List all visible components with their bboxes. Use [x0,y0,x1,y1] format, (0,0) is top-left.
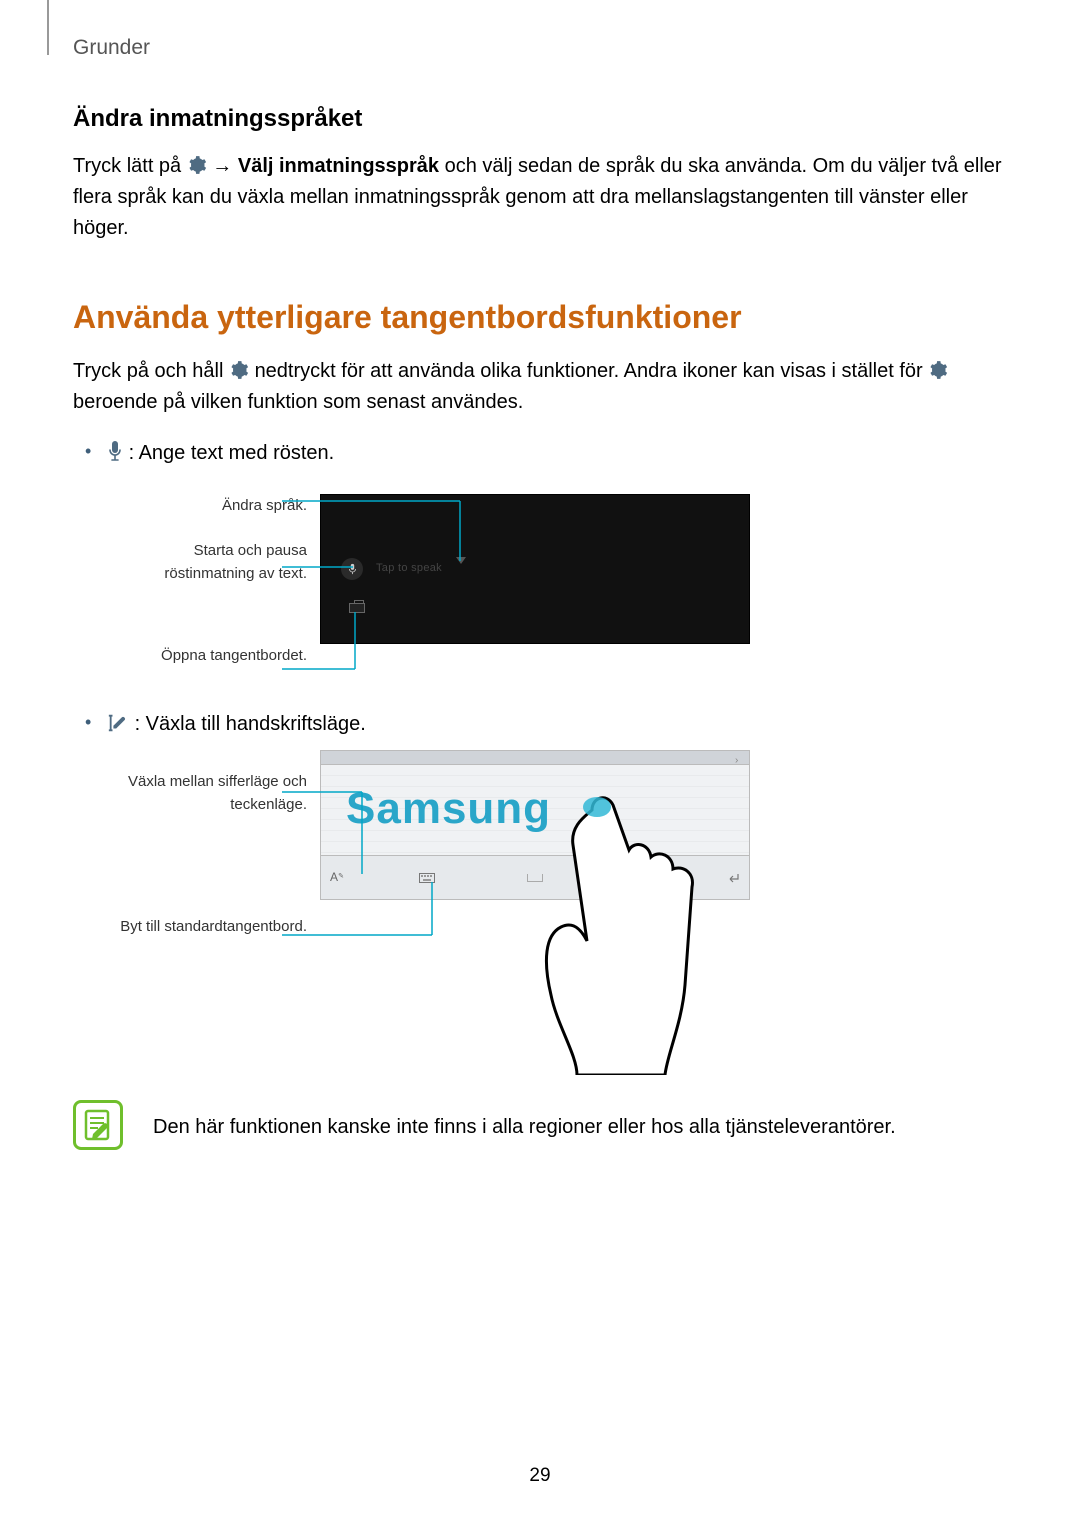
gear-icon [229,359,249,379]
text: Tryck lätt på [73,155,187,177]
microphone-icon [107,439,123,459]
figure-voice-input: Ändra språk. Starta och pausa röstinmatn… [107,479,1003,699]
subheading-change-input-language: Ändra inmatningsspråket [73,105,1003,133]
paragraph-change-input-language: Tryck lätt på → Välj inmatningsspråk och… [73,151,1003,244]
bullet-list: : Ange text med rösten. Ändra språk. Sta… [73,438,1003,1070]
callout-change-language: Ändra språk. [127,494,307,517]
switch-mode-icon: A✎ [327,868,347,888]
keyboard-switch-icon [417,868,437,888]
callout-open-keyboard: Öppna tangentbordet. [127,644,307,667]
language-dropdown-caret-icon [456,557,466,567]
bullet-text: : Ange text med rösten. [129,442,335,464]
page-number: 29 [0,1465,1080,1487]
chevron-right-icon: › [735,753,745,763]
note-block: Den här funktionen kanske inte finns i a… [73,1100,1003,1150]
callout-start-pause-voice: Starta och pausa röstinmatning av text. [127,539,307,586]
open-keyboard-icon [349,603,365,613]
voice-input-screenshot: Tap to speak [320,494,750,644]
bold-label: Välj inmatningsspråk [238,155,439,177]
text: beroende på vilken funktion som senast a… [73,391,523,413]
page-content: Ändra inmatningsspråket Tryck lätt på → … [73,105,1003,1150]
bullet-handwriting-mode: : Växla till handskriftsläge. Växla mell… [73,709,1003,1070]
gear-icon [187,154,207,174]
callout-number-symbol-mode: Växla mellan sifferläge och teckenläge. [117,770,307,817]
gear-icon [928,359,948,379]
handwriting-pen-icon [107,712,129,734]
paragraph-additional-keyboard-functions: Tryck på och håll nedtryckt för att anvä… [73,356,1003,418]
bullet-text: : Växla till handskriftsläge. [135,713,366,735]
figure-handwriting: Växla mellan sifferläge och teckenläge. … [107,750,1003,1070]
hand-pointer-icon [537,785,747,1075]
callout-standard-keyboard: Byt till standardtangentbord. [117,915,307,938]
page-edge-marker [47,0,49,55]
text: nedtryckt för att använda olika funktion… [255,360,929,382]
heading-additional-keyboard-functions: Använda ytterligare tangentbordsfunktion… [73,299,1003,336]
arrow-text: → [212,155,238,177]
handwriting-topbar: › [321,751,749,765]
tap-to-speak-label: Tap to speak [376,560,442,577]
note-text: Den här funktionen kanske inte finns i a… [153,1100,896,1143]
note-icon [73,1100,123,1150]
bullet-voice-input: : Ange text med rösten. Ändra språk. Sta… [73,438,1003,699]
text: Tryck på och håll [73,360,229,382]
chapter-label: Grunder [73,36,150,60]
mic-button-icon [341,558,363,580]
handwriting-sample-text: Samsung [346,775,551,843]
